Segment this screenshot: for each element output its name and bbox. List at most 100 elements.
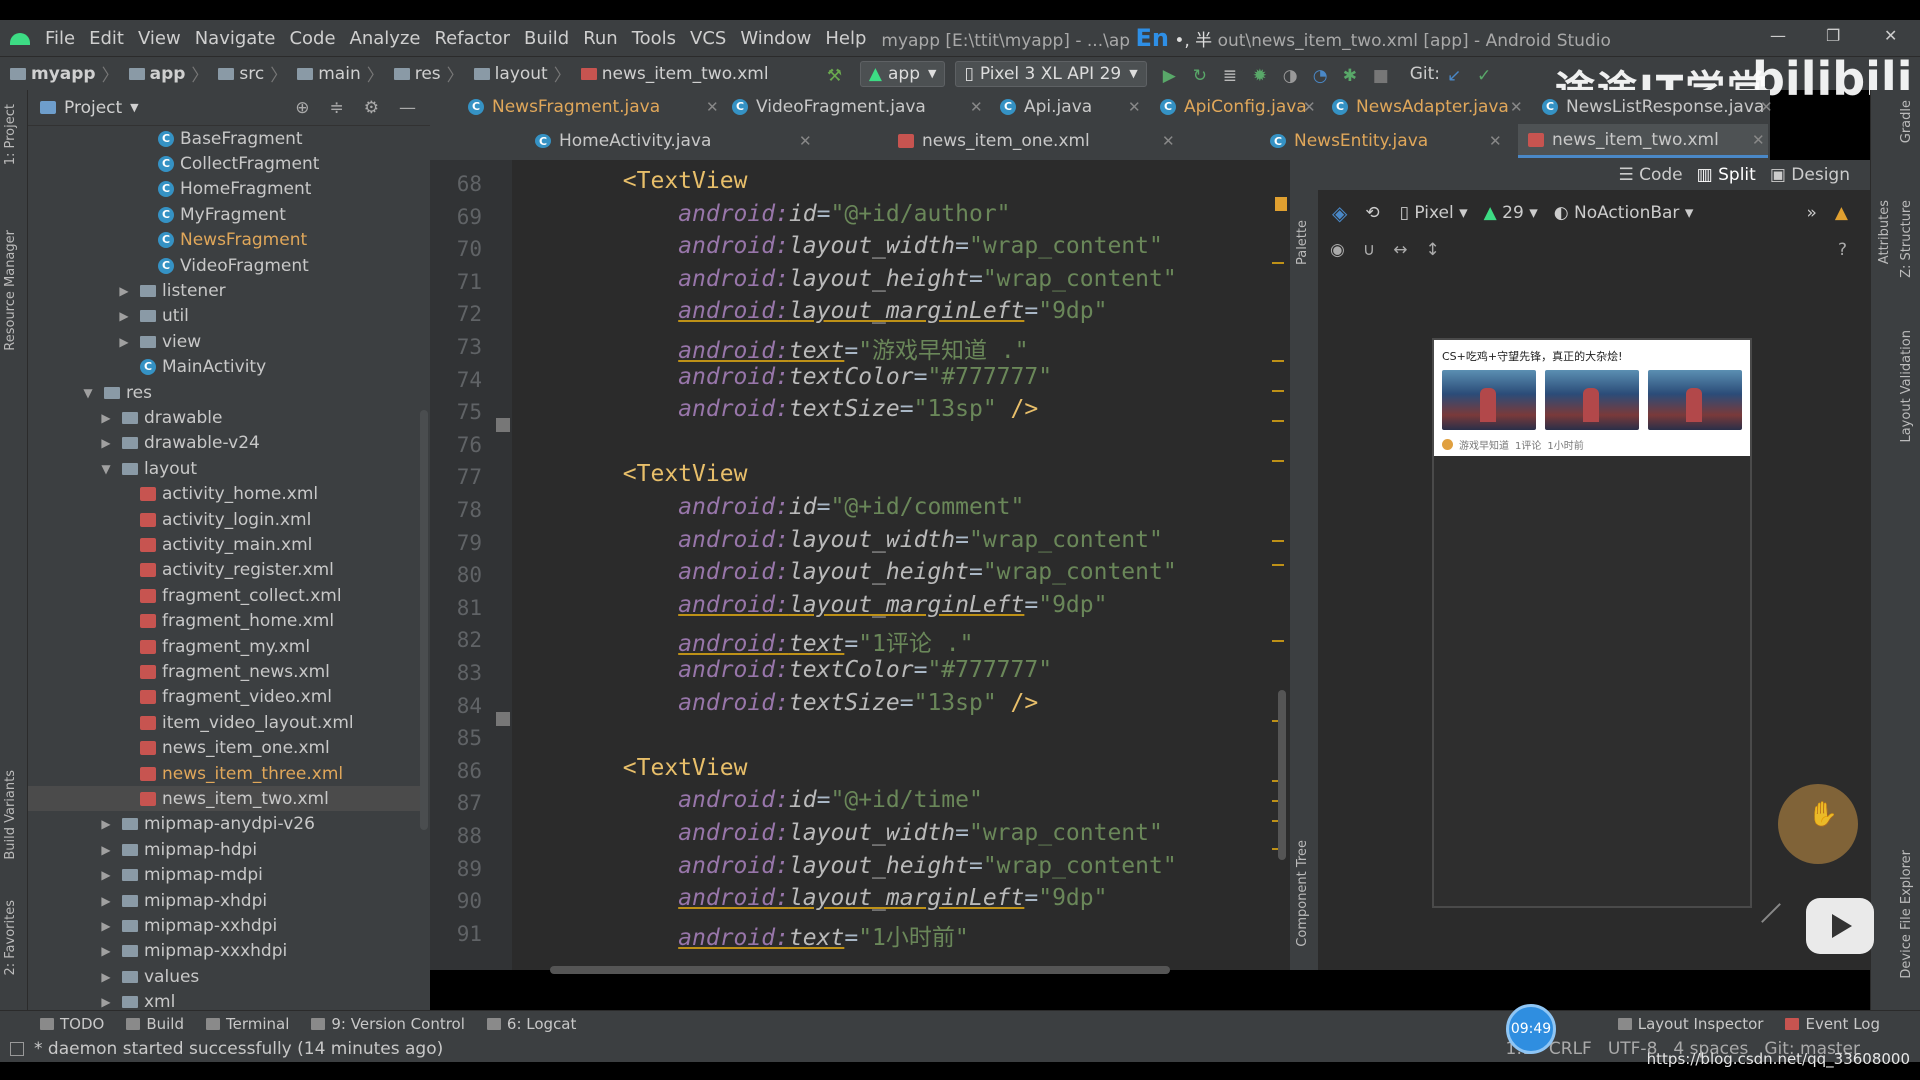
build-tab[interactable]: Build xyxy=(126,1015,184,1033)
menu-window[interactable]: Window xyxy=(733,28,818,49)
event-log-tab[interactable]: Event Log xyxy=(1785,1015,1880,1033)
hide-panel-icon[interactable]: — xyxy=(399,98,416,118)
breadcrumb-item[interactable]: news_item_two.xml xyxy=(571,61,769,86)
tree-node[interactable]: MyFragment xyxy=(28,202,420,227)
pan-vertical-icon[interactable]: ↕ xyxy=(1426,240,1440,260)
color-swatch-icon[interactable] xyxy=(496,418,510,432)
apply-changes-icon[interactable]: ≣ xyxy=(1223,66,1239,86)
close-tab-icon[interactable]: ✕ xyxy=(1162,132,1175,150)
menu-edit[interactable]: Edit xyxy=(82,28,131,49)
attach-debugger-icon[interactable]: ✱ xyxy=(1343,66,1359,86)
close-window-button[interactable]: ✕ xyxy=(1884,26,1897,45)
tree-node[interactable]: news_item_two.xml xyxy=(28,786,420,812)
chevron-right-icon[interactable]: ▶ xyxy=(100,817,112,831)
expand-icon[interactable]: » xyxy=(1807,203,1817,223)
layers-icon[interactable]: ◈ xyxy=(1332,201,1347,225)
tree-node[interactable]: ▶ mipmap-xxxhdpi xyxy=(28,939,420,964)
close-tab-icon[interactable]: ✕ xyxy=(1510,98,1523,116)
tree-scrollbar[interactable] xyxy=(420,410,428,830)
tree-node[interactable]: ▶ mipmap-xxhdpi xyxy=(28,913,420,938)
warning-stripe-mark[interactable] xyxy=(1272,360,1284,362)
device-selector[interactable]: ▯ Pixel 3 XL API 29 ▼ xyxy=(955,60,1147,87)
menu-help[interactable]: Help xyxy=(818,28,873,49)
tree-node[interactable]: ▶ mipmap-xhdpi xyxy=(28,888,420,913)
tree-node[interactable]: ▶ util xyxy=(28,304,420,329)
breadcrumb-item[interactable]: layout 〉 xyxy=(464,61,571,86)
chevron-right-icon[interactable]: ▶ xyxy=(118,335,130,349)
chevron-right-icon[interactable]: ▶ xyxy=(118,284,130,298)
logcat-tab[interactable]: 6: Logcat xyxy=(486,1015,576,1033)
editor-tab[interactable]: ApiConfig.java✕ xyxy=(1160,90,1316,124)
warning-stripe-mark[interactable] xyxy=(1272,460,1284,462)
palette-tab[interactable]: Palette xyxy=(1295,220,1310,265)
git-commit-icon[interactable]: ✓ xyxy=(1477,66,1493,86)
chevron-right-icon[interactable]: ▶ xyxy=(118,309,130,323)
tree-node[interactable]: news_item_three.xml xyxy=(28,761,420,786)
tree-node[interactable]: fragment_news.xml xyxy=(28,659,420,684)
warning-stripe-mark[interactable] xyxy=(1272,420,1284,422)
version-control-tab[interactable]: 9: Version Control xyxy=(311,1015,465,1033)
eye-icon[interactable]: ◉ xyxy=(1330,240,1345,260)
tree-node[interactable]: news_item_one.xml xyxy=(28,736,420,761)
code-editor[interactable]: <TextView android:id="@+id/author" andro… xyxy=(512,160,1290,970)
menu-view[interactable]: View xyxy=(131,28,188,49)
component-tree-tab[interactable]: Component Tree xyxy=(1295,840,1310,947)
chevron-right-icon[interactable]: ▶ xyxy=(100,868,112,882)
hammer-icon[interactable]: ⚒ xyxy=(827,66,843,86)
play-button[interactable] xyxy=(1806,898,1874,954)
menu-navigate[interactable]: Navigate xyxy=(188,28,283,49)
coverage-icon[interactable]: ◑ xyxy=(1283,66,1299,86)
device-file-explorer-tab[interactable]: Device File Explorer xyxy=(1899,850,1914,979)
menu-refactor[interactable]: Refactor xyxy=(427,28,517,49)
editor-tab[interactable]: news_item_two.xml ✕ xyxy=(1518,124,1768,158)
theme-dropdown[interactable]: ◐ NoActionBar ▾ xyxy=(1554,203,1694,223)
warning-stripe-mark[interactable] xyxy=(1272,540,1284,542)
layout-inspector-tab[interactable]: Layout Inspector xyxy=(1617,1015,1763,1033)
tree-node[interactable]: fragment_collect.xml xyxy=(28,583,420,608)
terminal-tab[interactable]: Terminal xyxy=(205,1015,289,1033)
tree-node[interactable]: BaseFragment xyxy=(28,126,420,151)
warning-icon[interactable]: ▲ xyxy=(1835,203,1848,223)
tree-node[interactable]: fragment_video.xml xyxy=(28,685,420,710)
color-swatch-icon[interactable] xyxy=(496,712,510,726)
chevron-right-icon[interactable]: ▶ xyxy=(100,919,112,933)
favorites-tab[interactable]: 2: Favorites xyxy=(3,900,18,976)
split-mode-button[interactable]: ▥ Split xyxy=(1697,165,1756,185)
stop-icon[interactable]: ■ xyxy=(1373,66,1389,86)
minimize-button[interactable]: — xyxy=(1770,26,1786,45)
menu-build[interactable]: Build xyxy=(517,28,576,49)
tree-node[interactable]: activity_login.xml xyxy=(28,507,420,532)
warning-stripe-mark[interactable] xyxy=(1272,262,1284,264)
menu-file[interactable]: File xyxy=(38,28,82,49)
news-item-preview[interactable]: CS+吃鸡+守望先锋，真正的大杂烩! 游戏早知道 1评论 1小时前 xyxy=(1434,340,1750,456)
editor-tab[interactable]: HomeActivity.java ✕ xyxy=(525,124,815,158)
hand-tool-button[interactable]: ✋ xyxy=(1778,784,1858,864)
tree-node[interactable]: ▶ mipmap-anydpi-v26 xyxy=(28,812,420,837)
profile-icon[interactable]: ◔ xyxy=(1313,66,1329,86)
menu-tools[interactable]: Tools xyxy=(625,28,683,49)
chevron-right-icon[interactable]: ▶ xyxy=(100,944,112,958)
editor-tab[interactable]: NewsFragment.java ✕ xyxy=(468,90,719,124)
tree-node[interactable]: item_video_layout.xml xyxy=(28,710,420,735)
chevron-down-icon[interactable]: ▼ xyxy=(82,386,94,400)
tree-node[interactable]: HomeFragment xyxy=(28,177,420,202)
attributes-tab[interactable]: Attributes xyxy=(1877,200,1892,264)
tree-node[interactable]: fragment_home.xml xyxy=(28,609,420,634)
tree-node[interactable]: activity_main.xml xyxy=(28,532,420,557)
layout-validation-tab[interactable]: Layout Validation xyxy=(1899,330,1914,443)
gradle-tab[interactable]: Gradle xyxy=(1899,100,1914,143)
warning-stripe-mark[interactable] xyxy=(1272,564,1284,566)
breadcrumb-item[interactable]: app 〉 xyxy=(119,61,208,86)
close-tab-icon[interactable]: ✕ xyxy=(1303,98,1316,116)
tree-node[interactable]: ▶ mipmap-mdpi xyxy=(28,863,420,888)
line-separator[interactable]: CRLF xyxy=(1549,1039,1592,1059)
tree-node[interactable]: activity_register.xml xyxy=(28,558,420,583)
debug-icon[interactable]: ✹ xyxy=(1253,66,1269,86)
structure-tab[interactable]: Z: Structure xyxy=(1899,200,1914,278)
menu-analyze[interactable]: Analyze xyxy=(343,28,428,49)
close-tab-icon[interactable]: ✕ xyxy=(1760,98,1773,116)
tree-node[interactable]: fragment_my.xml xyxy=(28,634,420,659)
ime-indicator[interactable]: En xyxy=(1135,24,1168,52)
close-tab-icon[interactable]: ✕ xyxy=(799,132,812,150)
orientation-icon[interactable]: ⟲ xyxy=(1365,203,1379,223)
